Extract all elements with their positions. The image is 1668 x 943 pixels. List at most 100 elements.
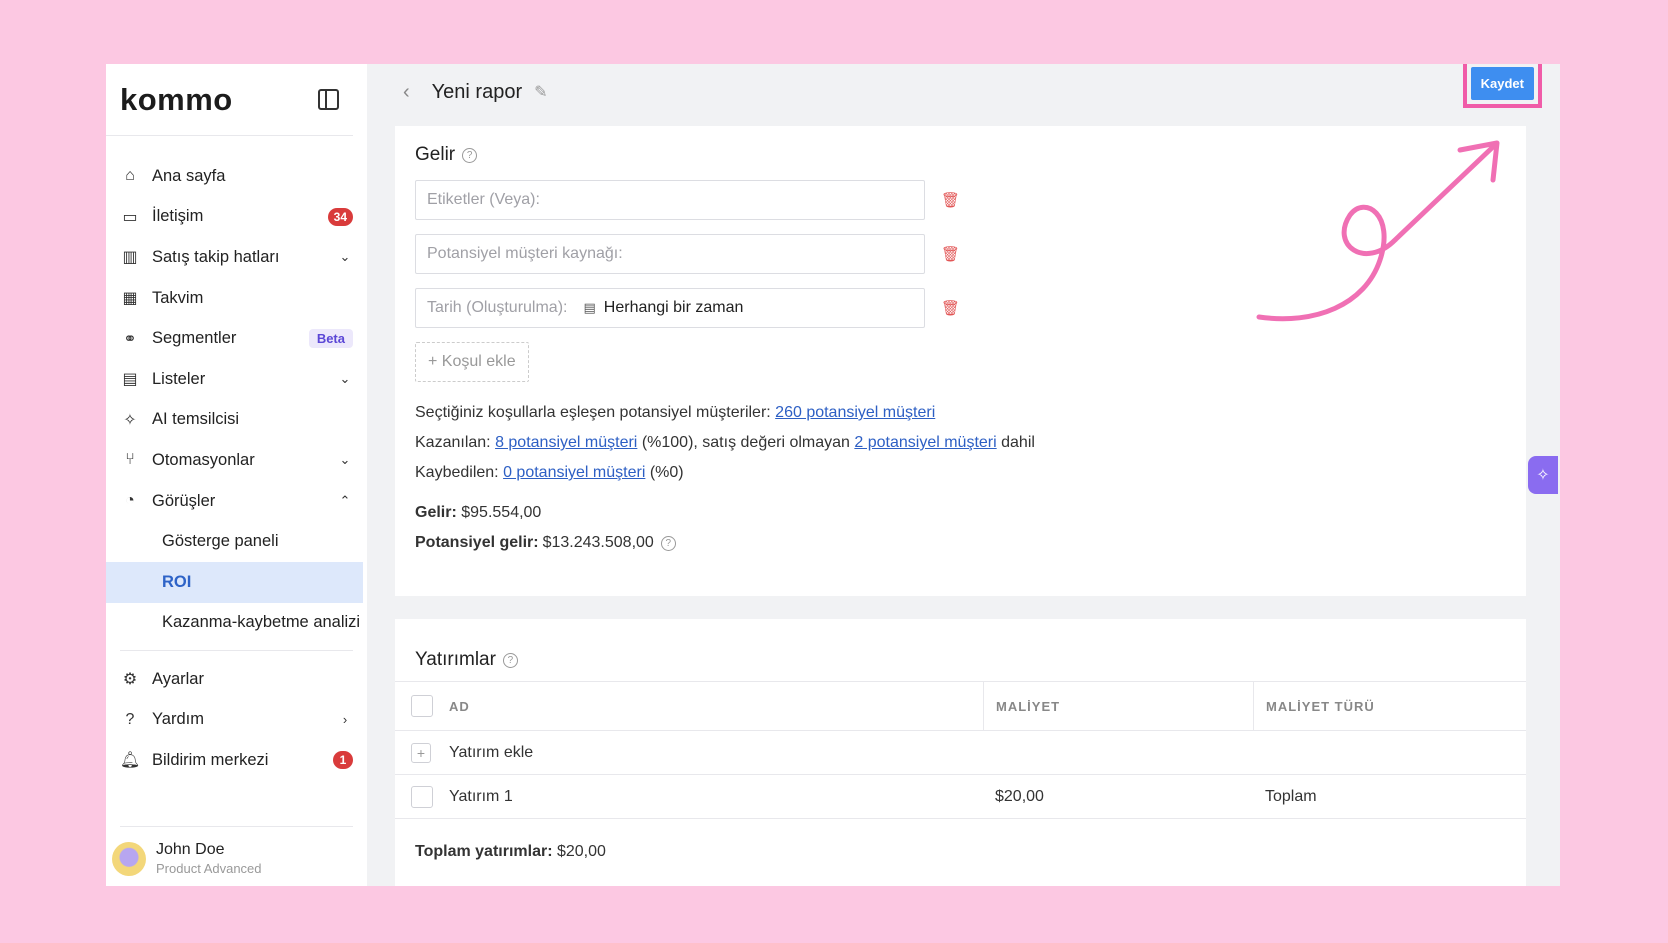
filter-value: Herhangi bir zaman bbox=[603, 299, 744, 316]
save-button[interactable]: Kaydet bbox=[1470, 67, 1534, 100]
help-icon[interactable]: ? bbox=[502, 652, 518, 668]
no-value-leads-link[interactable]: 2 potansiyel müşteri bbox=[854, 434, 996, 451]
won-leads-line: Kazanılan: 8 potansiyel müşteri (%100), … bbox=[415, 434, 1506, 452]
add-investment-cell: + Yatırım ekle bbox=[395, 742, 983, 763]
revenue-stat: Gelir: $95.554,00 bbox=[415, 504, 1506, 522]
investments-title-text: Yatırımlar bbox=[415, 649, 496, 670]
trash-icon[interactable]: 🗑︎ bbox=[941, 245, 960, 263]
sidebar-item-ai-agent[interactable]: ✧ AI temsilcisi bbox=[106, 400, 367, 441]
sidebar-item-notifications[interactable]: 🔔︎ Bildirim merkezi 1 bbox=[106, 740, 367, 781]
lost-leads-label: Kaybedilen: bbox=[415, 464, 499, 481]
total-investments-label: Toplam yatırımlar: bbox=[415, 843, 553, 860]
sidebar-item-label: Takvim bbox=[152, 288, 204, 307]
user-info: John Doe Product Advanced bbox=[156, 841, 262, 876]
total-investments-value: $20,00 bbox=[556, 843, 606, 860]
row-checkbox[interactable] bbox=[411, 785, 433, 808]
sidebar-subitem-win-loss[interactable]: Kazanma-kaybetme analizi bbox=[106, 603, 367, 644]
sidebar-item-segments[interactable]: ⚭ Segmentler Beta bbox=[106, 318, 367, 359]
chevron-down-icon: ⌄ bbox=[339, 371, 351, 387]
kommo-logo: kommo bbox=[120, 81, 233, 117]
unread-badge: 34 bbox=[327, 207, 353, 226]
chevron-down-icon: ⌄ bbox=[339, 249, 351, 265]
segments-icon: ⚭ bbox=[123, 330, 137, 348]
filter-placeholder: Etiketler (Veya): bbox=[427, 191, 540, 208]
chevron-up-icon: ⌃ bbox=[339, 493, 351, 509]
sidebar-subitem-roi[interactable]: ROI bbox=[106, 561, 363, 603]
list-document-icon: ▤ bbox=[122, 371, 138, 389]
ai-assistant-sparkle-icon[interactable]: ✧ bbox=[1528, 456, 1558, 494]
matched-leads-line: Seçtiğiniz koşullarla eşleşen potansiyel… bbox=[415, 404, 1506, 422]
add-investment-row[interactable]: + Yatırım ekle bbox=[395, 731, 1526, 775]
sidebar-item-label: Ana sayfa bbox=[152, 166, 226, 185]
sidebar-item-automations[interactable]: ⑂ Otomasyonlar ⌄ bbox=[106, 440, 367, 481]
select-all-checkbox[interactable] bbox=[411, 695, 433, 717]
bell-icon: 🔔︎ bbox=[119, 752, 141, 770]
page-title: Yeni rapor bbox=[431, 80, 523, 103]
sidebar-item-label: Satış takip hatları bbox=[152, 247, 280, 266]
sidebar: kommo ⌂ Ana sayfa ▭ İletişim 34 ▥ Satış … bbox=[106, 64, 367, 886]
date-filter-input[interactable]: Tarih (Oluşturulma): ▤ Herhangi bir zama… bbox=[415, 288, 925, 328]
table-header: AD MALİYET MALİYET TÜRÜ bbox=[395, 681, 1526, 731]
user-plan: Product Advanced bbox=[156, 861, 262, 876]
lead-source-filter-input[interactable]: Potansiyel müşteri kaynağı: bbox=[415, 234, 925, 274]
sidebar-item-insights[interactable]: ◔ Görüşler ⌃ bbox=[106, 481, 367, 522]
beta-badge: Beta bbox=[308, 329, 353, 349]
sidebar-item-label: Listeler bbox=[152, 369, 206, 388]
pie-chart-icon: ◔ bbox=[125, 492, 135, 510]
sidebar-item-home[interactable]: ⌂ Ana sayfa bbox=[106, 156, 367, 197]
investment-name-cell: Yatırım 1 bbox=[395, 785, 983, 808]
back-chevron-icon[interactable]: ‹ bbox=[403, 81, 410, 104]
filter-placeholder: Potansiyel müşteri kaynağı: bbox=[427, 245, 623, 262]
trash-icon[interactable]: 🗑︎ bbox=[941, 191, 960, 209]
trash-icon[interactable]: 🗑︎ bbox=[941, 299, 960, 317]
matched-leads-link[interactable]: 260 potansiyel müşteri bbox=[775, 404, 935, 421]
sidebar-item-label: Bildirim merkezi bbox=[152, 750, 269, 769]
column-cost: MALİYET bbox=[983, 682, 1253, 730]
table-row[interactable]: Yatırım 1 $20,00 Toplam bbox=[395, 775, 1526, 819]
sidebar-item-calendar[interactable]: ▦ Takvim bbox=[106, 278, 367, 319]
help-icon[interactable]: ? bbox=[462, 147, 478, 163]
investment-name: Yatırım 1 bbox=[449, 787, 513, 805]
revenue-title-text: Gelir bbox=[415, 144, 456, 165]
matched-leads-label: Seçtiğiniz koşullarla eşleşen potansiyel… bbox=[415, 404, 771, 421]
sidebar-header: kommo bbox=[106, 64, 353, 136]
sidebar-item-settings[interactable]: ⚙ Ayarlar bbox=[106, 659, 367, 700]
sparkle-icon: ✧ bbox=[123, 411, 137, 429]
collapse-sidebar-icon[interactable] bbox=[318, 89, 339, 110]
sidebar-item-pipelines[interactable]: ▥ Satış takip hatları ⌄ bbox=[106, 237, 367, 278]
sidebar-item-label: Otomasyonlar bbox=[152, 450, 255, 469]
column-cost-type: MALİYET TÜRÜ bbox=[1253, 682, 1526, 730]
sidebar-item-lists[interactable]: ▤ Listeler ⌄ bbox=[106, 359, 367, 400]
pipeline-icon: ▥ bbox=[122, 249, 138, 267]
add-investment-label: Yatırım ekle bbox=[449, 743, 534, 761]
revenue-value: $95.554,00 bbox=[461, 504, 542, 521]
sidebar-item-label: Ayarlar bbox=[152, 669, 204, 688]
revenue-label: Gelir: bbox=[415, 504, 457, 521]
won-leads-label: Kazanılan: bbox=[415, 434, 491, 451]
investment-cost-type: Toplam bbox=[1265, 787, 1317, 805]
sidebar-item-communication[interactable]: ▭ İletişim 34 bbox=[106, 197, 367, 238]
sidebar-nav: ⌂ Ana sayfa ▭ İletişim 34 ▥ Satış takip … bbox=[106, 136, 367, 643]
user-profile[interactable]: John Doe Product Advanced bbox=[112, 826, 353, 876]
won-leads-link[interactable]: 8 potansiyel müşteri bbox=[495, 434, 637, 451]
chat-icon: ▭ bbox=[122, 208, 138, 226]
sidebar-subitem-dashboard[interactable]: Gösterge paneli bbox=[106, 521, 367, 562]
plus-icon[interactable]: + bbox=[411, 742, 431, 763]
tags-filter-input[interactable]: Etiketler (Veya): bbox=[415, 180, 925, 220]
sidebar-item-label: AI temsilcisi bbox=[152, 410, 240, 429]
potential-revenue-label: Potansiyel gelir: bbox=[415, 534, 539, 551]
lost-leads-suffix: (%0) bbox=[649, 464, 684, 481]
potential-revenue-stat: Potansiyel gelir: $13.243.508,00 ? bbox=[415, 534, 1506, 552]
lost-leads-link[interactable]: 0 potansiyel müşteri bbox=[503, 464, 645, 481]
gear-icon: ⚙ bbox=[122, 671, 138, 689]
filter-placeholder: Tarih (Oluşturulma): bbox=[427, 299, 568, 316]
sidebar-item-help[interactable]: ? Yardım › bbox=[106, 700, 367, 741]
sidebar-bottom-nav: ⚙ Ayarlar ? Yardım › 🔔︎ Bildirim merkezi… bbox=[106, 650, 367, 781]
help-icon[interactable]: ? bbox=[660, 535, 676, 551]
investments-card: Yatırımlar ? AD MALİYET MALİYET TÜRÜ + Y… bbox=[395, 619, 1526, 886]
edit-pencil-icon[interactable]: ✎ bbox=[534, 82, 547, 102]
column-label: AD bbox=[449, 698, 470, 714]
home-icon: ⌂ bbox=[125, 167, 135, 185]
calendar-icon: ▦ bbox=[122, 290, 138, 308]
add-condition-button[interactable]: + Koşul ekle bbox=[415, 342, 529, 382]
